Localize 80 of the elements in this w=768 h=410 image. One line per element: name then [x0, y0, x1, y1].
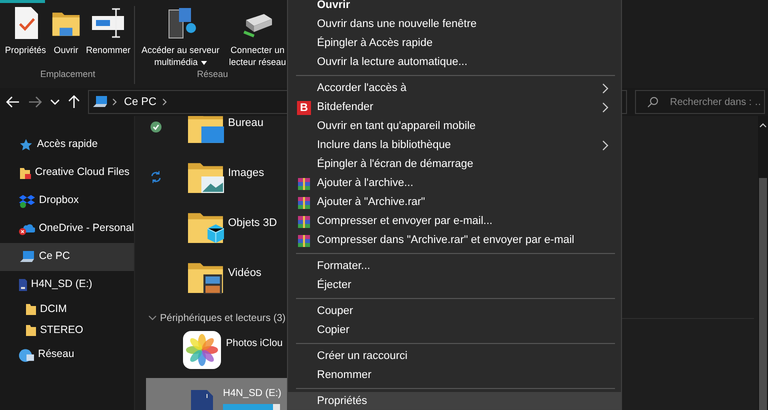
menu-item[interactable]: B Bitdefender: [288, 98, 621, 117]
ribbon-button[interactable]: Propriétés: [4, 6, 48, 56]
menu-item[interactable]: Ajouter à "Archive.rar": [288, 193, 621, 212]
books-icon: [297, 176, 311, 190]
item-name[interactable]: Bureau: [228, 116, 264, 132]
item-name[interactable]: Objets 3D: [228, 211, 277, 232]
computer-icon: [92, 95, 108, 109]
item-name: Photos iClou: [226, 337, 283, 351]
menu-item[interactable]: Ouvrir: [288, 0, 621, 15]
sidebar-item[interactable]: Réseau: [0, 341, 134, 369]
menu-item[interactable]: Ouvrir en tant qu'appareil mobile: [288, 117, 621, 136]
folder-icon: [19, 166, 31, 180]
scrollbar-thumb[interactable]: [759, 178, 767, 410]
books-icon: [297, 234, 311, 248]
search-field[interactable]: Rechercher dans : …: [635, 90, 765, 114]
breadcrumb[interactable]: Ce PC: [122, 94, 158, 110]
desktop-folder-icon[interactable]: [188, 116, 224, 144]
chevron-icon: [602, 83, 609, 94]
sidebar-item[interactable]: OneDrive - Personal: [0, 215, 134, 243]
scroll-up-icon[interactable]: [759, 122, 767, 128]
ribbon-button[interactable]: Connecter un lecteur réseau: [226, 6, 289, 68]
menu-item[interactable]: Compresser dans "Archive.rar" et envoyer par e-mail: [288, 231, 621, 250]
folder-icon: [26, 325, 36, 336]
caret-icon[interactable]: [50, 98, 60, 106]
search-icon: [647, 96, 659, 108]
back-icon[interactable]: [6, 96, 20, 108]
flower-icon: [182, 330, 222, 370]
sidebar-item[interactable]: H4N_SD (E:): [0, 271, 134, 299]
letter-badge: B: [297, 100, 311, 114]
group-heading: Périphériques et lecteurs (3): [160, 312, 286, 326]
menu-item[interactable]: Éjecter: [288, 276, 621, 295]
item-name[interactable]: Vidéos: [228, 261, 262, 282]
menu-item[interactable]: Compresser et envoyer par e-mail...: [288, 212, 621, 231]
menu-item[interactable]: Ouvrir dans une nouvelle fenêtre: [288, 15, 621, 34]
menu-item[interactable]: Ouvrir la lecture automatique...: [288, 53, 621, 72]
rename-field-icon: [90, 6, 126, 40]
memory-card-icon: [19, 279, 27, 291]
chevron-icon: [162, 98, 168, 106]
ribbon-button[interactable]: Renommer: [85, 6, 132, 56]
pictures-folder-icon[interactable]: [188, 161, 224, 194]
ribbon-button[interactable]: Ouvrir: [49, 6, 84, 56]
item-name[interactable]: Images: [228, 161, 264, 182]
star-icon: [19, 138, 33, 152]
books-icon: [297, 196, 311, 210]
menu-item[interactable]: Propriétés: [288, 392, 621, 409]
chevron-icon: [602, 102, 609, 113]
menu-item[interactable]: Couper: [288, 302, 621, 321]
sidebar-item[interactable]: Accès rapide: [0, 131, 134, 159]
books-icon: [297, 214, 311, 228]
ribbon-button[interactable]: Accéder au serveur multimédia: [136, 6, 225, 68]
forward-icon[interactable]: [28, 96, 42, 108]
up-arrow-icon[interactable]: [68, 95, 80, 109]
memory-card-icon: [191, 390, 213, 410]
sidebar-item[interactable]: Creative Cloud Files: [0, 159, 134, 187]
menu-item[interactable]: Accorder l'accès à: [288, 79, 621, 98]
group-label: Réseau: [197, 68, 228, 81]
chevron-icon: [112, 98, 118, 106]
menu-item[interactable]: Inclure dans la bibliothèque: [288, 136, 621, 155]
box-stack-icon: [19, 194, 35, 208]
menu-item[interactable]: Épingler à l'écran de démarrage: [288, 155, 621, 174]
sidebar-item[interactable]: STEREO: [0, 320, 134, 341]
check-circle-icon: [150, 121, 162, 134]
sidebar-item[interactable]: Ce PC: [0, 243, 134, 271]
group-label: Emplacement: [40, 68, 96, 81]
cloud-error-icon: [19, 222, 35, 236]
sidebar-item[interactable]: DCIM: [0, 299, 134, 320]
sync-icon: [150, 171, 162, 184]
scrollbar[interactable]: [758, 116, 768, 410]
folder-icon: [26, 304, 36, 315]
network-icon: [19, 348, 34, 362]
sidebar-item[interactable]: Dropbox: [0, 187, 134, 215]
cube-folder-icon[interactable]: [188, 211, 224, 244]
chevron-icon[interactable]: [148, 315, 157, 321]
menu-item[interactable]: Formater...: [288, 257, 621, 276]
menu-item[interactable]: Ajouter à l'archive...: [288, 174, 621, 193]
computer-icon: [19, 250, 35, 264]
menu-item[interactable]: Épingler à Accès rapide: [288, 34, 621, 53]
film-folder-icon[interactable]: [188, 261, 224, 294]
item-name: H4N_SD (E:): [223, 387, 282, 401]
chevron-icon: [602, 140, 609, 151]
